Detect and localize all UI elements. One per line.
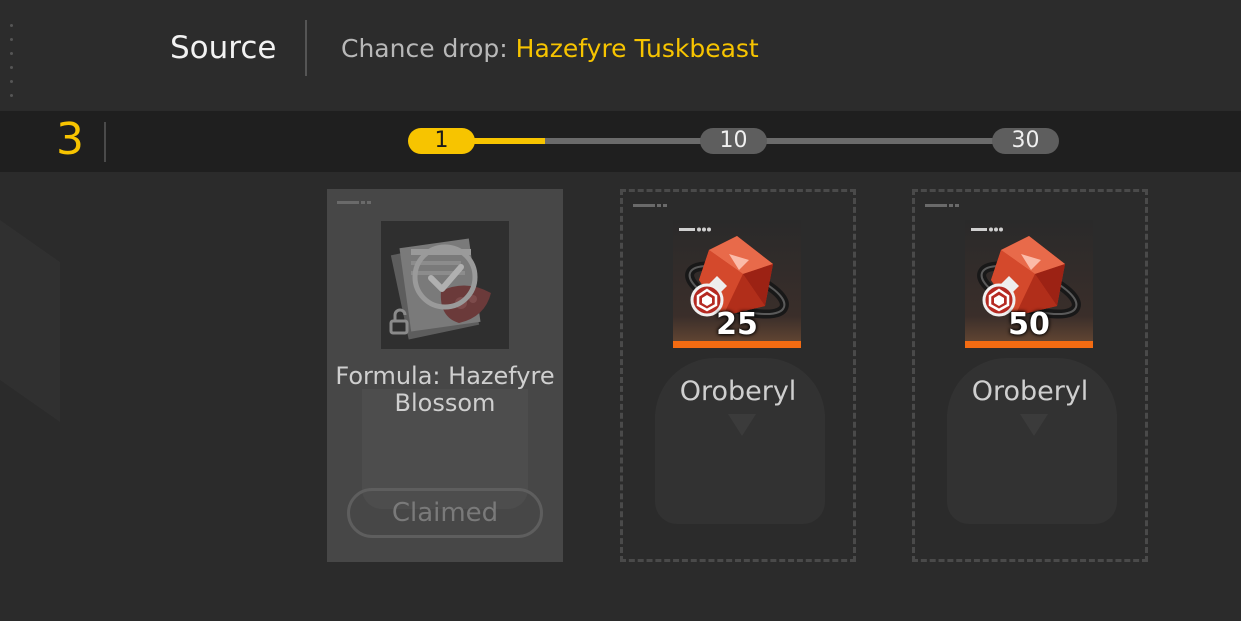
milestone-30[interactable]: 30 xyxy=(992,128,1059,154)
chance-drop-text: Chance drop: Hazefyre Tuskbeast xyxy=(341,34,759,63)
level-divider xyxy=(104,122,106,162)
oroberyl-crystal-icon: 25 xyxy=(673,220,801,348)
reward-name: Oroberyl xyxy=(679,376,797,407)
reward-count: 25 xyxy=(716,307,758,342)
decorative-shape xyxy=(0,177,60,423)
card-tag xyxy=(337,201,375,205)
reward-count: 50 xyxy=(1008,307,1050,342)
rarity-bar xyxy=(673,341,801,348)
formula-scroll-icon xyxy=(381,221,509,349)
reward-name: Oroberyl xyxy=(971,376,1089,407)
drag-handle-icon xyxy=(10,24,14,108)
rarity-bar xyxy=(965,341,1093,348)
oroberyl-crystal-icon: 50 xyxy=(965,220,1093,348)
milestone-10[interactable]: 10 xyxy=(700,128,767,154)
card-tag xyxy=(633,204,671,208)
reward-card-formula[interactable]: Formula: Hazefyre Blossom Claimed xyxy=(327,189,563,562)
card-tag xyxy=(925,204,963,208)
reward-card-oroberyl-50[interactable]: 50 Oroberyl xyxy=(912,189,1148,562)
page-title: Source xyxy=(170,30,277,66)
header-divider xyxy=(305,20,307,76)
header: Source Chance drop: Hazefyre Tuskbeast xyxy=(0,0,1241,110)
claimed-button[interactable]: Claimed xyxy=(347,488,543,538)
milestone-1[interactable]: 1 xyxy=(408,128,475,154)
reward-name: Formula: Hazefyre Blossom xyxy=(335,362,555,417)
progress-line-fill xyxy=(470,138,545,144)
reward-card-oroberyl-25[interactable]: 25 Oroberyl xyxy=(620,189,856,562)
current-level: 3 xyxy=(56,114,84,165)
card-backdrop-notch xyxy=(728,414,756,436)
card-backdrop-notch xyxy=(1020,414,1048,436)
chance-prefix: Chance drop: xyxy=(341,34,516,63)
chance-target: Hazefyre Tuskbeast xyxy=(515,34,759,63)
